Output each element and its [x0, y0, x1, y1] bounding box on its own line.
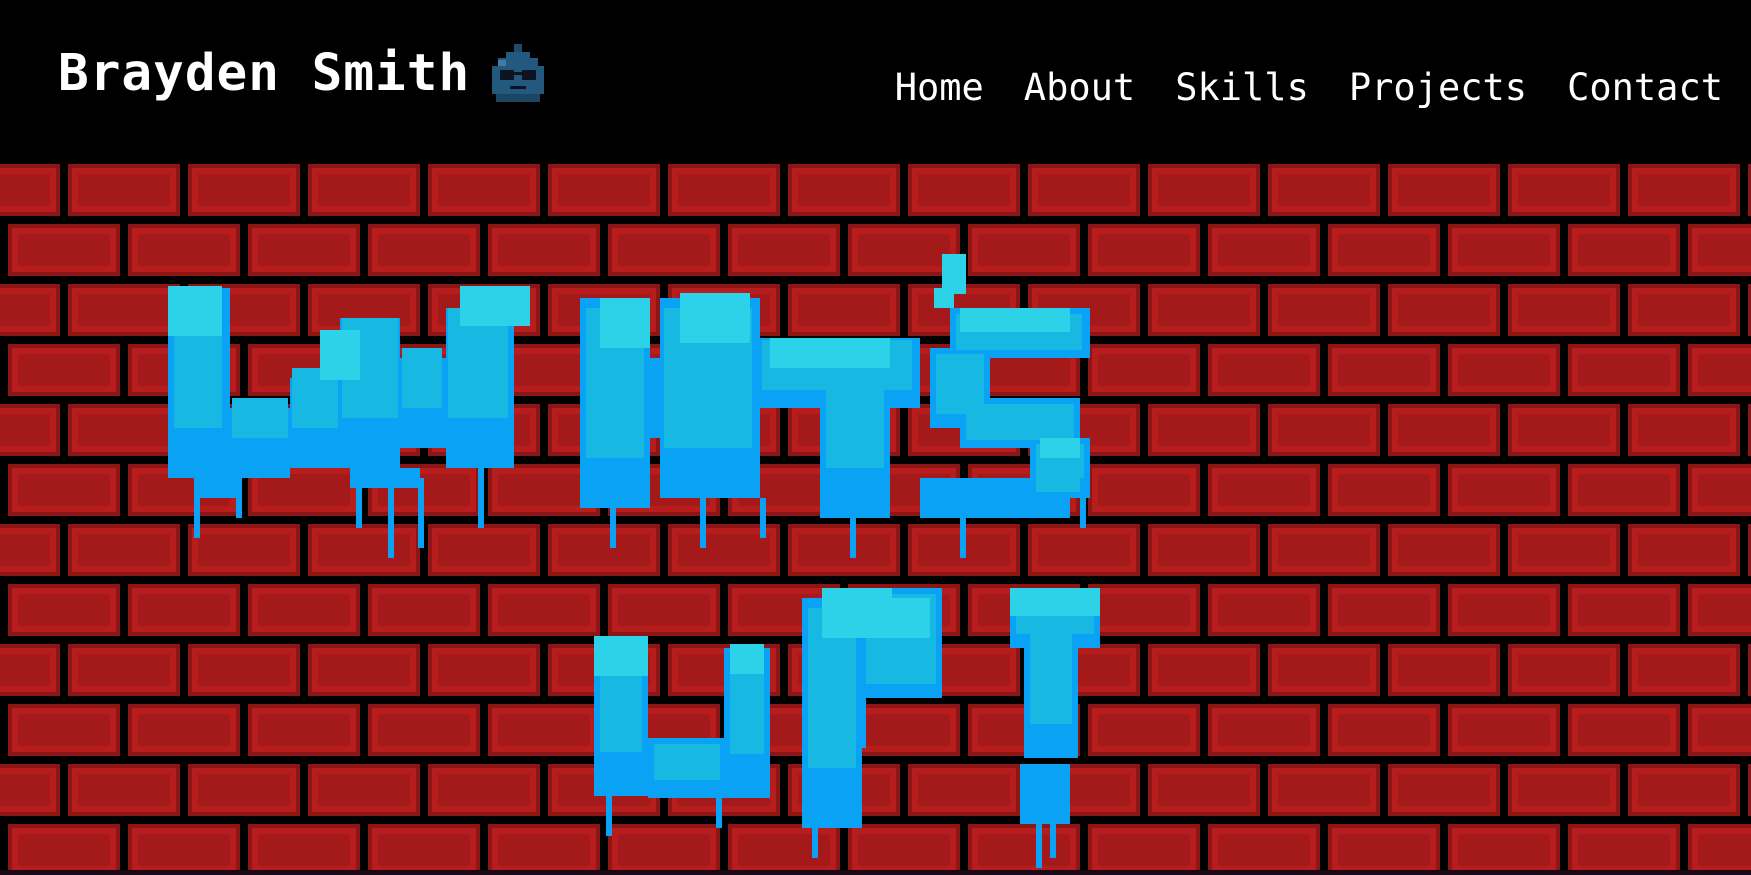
nav-skills[interactable]: Skills	[1175, 64, 1309, 112]
site-header: Brayden Smith Home About Skills Projects…	[0, 0, 1751, 158]
nav-home[interactable]: Home	[895, 64, 984, 112]
nav-contact[interactable]: Contact	[1567, 64, 1723, 112]
avatar-icon	[488, 42, 548, 106]
nav-projects[interactable]: Projects	[1349, 64, 1527, 112]
main-nav: Home About Skills Projects Contact	[895, 64, 1723, 112]
hero-brick-wall	[0, 158, 1751, 870]
nav-about[interactable]: About	[1024, 64, 1135, 112]
brand-name: Brayden Smith	[58, 44, 471, 103]
brick-wall-graphic	[0, 158, 1751, 870]
brand[interactable]: Brayden Smith	[58, 42, 548, 106]
bottom-strip	[0, 870, 1751, 875]
